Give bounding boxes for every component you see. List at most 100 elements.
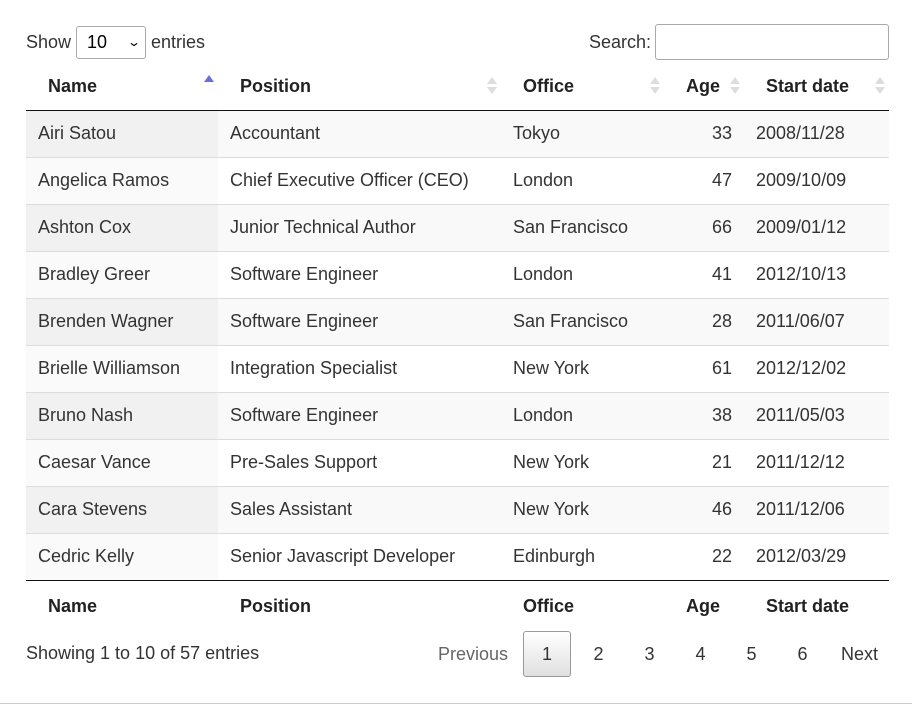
table-row: Cara Stevens Sales Assistant New York 46 201…: [26, 485, 889, 533]
cell-name: Brenden Wagner: [26, 297, 218, 345]
cell-age: 46: [664, 485, 744, 533]
cell-name: Ashton Cox: [26, 203, 218, 251]
page-button-3[interactable]: 3: [626, 631, 673, 677]
cell-office: Edinburgh: [501, 532, 664, 581]
column-header-office[interactable]: Office: [501, 63, 664, 111]
cell-office: London: [501, 391, 664, 439]
cell-name: Bruno Nash: [26, 391, 218, 439]
table-row: Caesar Vance Pre-Sales Support New York 21 2…: [26, 438, 889, 486]
cell-name: Angelica Ramos: [26, 156, 218, 204]
table-row: Brenden Wagner Software Engineer San Franc…: [26, 297, 889, 345]
column-header-age[interactable]: Age: [664, 63, 744, 111]
cell-start-date: 2011/12/06: [744, 485, 889, 533]
column-header-label: Name: [48, 75, 98, 96]
data-table: Name Position Office Age Start date Airi…: [26, 63, 889, 632]
cell-age: 61: [664, 344, 744, 392]
column-header-name[interactable]: Name: [26, 63, 218, 111]
sort-asc-icon: [204, 75, 214, 95]
column-footer-age: Age: [686, 595, 721, 616]
column-header-position[interactable]: Position: [218, 63, 501, 111]
column-header-label: Office: [523, 75, 575, 96]
cell-office: Tokyo: [501, 110, 664, 157]
cell-office: New York: [501, 438, 664, 486]
cell-age: 38: [664, 391, 744, 439]
page-button-2[interactable]: 2: [575, 631, 622, 677]
cell-name: Caesar Vance: [26, 438, 218, 486]
column-header-label: Age: [686, 75, 721, 96]
cell-position: Accountant: [218, 110, 501, 157]
cell-age: 47: [664, 156, 744, 204]
cell-name: Brielle Williamson: [26, 344, 218, 392]
cell-office: London: [501, 250, 664, 298]
previous-button[interactable]: Previous: [427, 631, 519, 677]
entries-label: entries: [151, 31, 206, 52]
cell-start-date: 2009/01/12: [744, 203, 889, 251]
search-control: Search:: [589, 24, 889, 60]
sort-arrows-icon: [487, 77, 497, 97]
column-header-label: Start date: [766, 75, 850, 96]
cell-office: San Francisco: [501, 297, 664, 345]
cell-age: 33: [664, 110, 744, 157]
cell-position: Junior Technical Author: [218, 203, 501, 251]
table-body: Airi Satou Accountant Tokyo 33 2008/11/28 Ang…: [26, 110, 889, 581]
cell-position: Chief Executive Officer (CEO): [218, 156, 501, 204]
cell-name: Airi Satou: [26, 110, 218, 157]
table-row: Airi Satou Accountant Tokyo 33 2008/11/28: [26, 110, 889, 157]
table-controls: Show 10 ⌄ entries Search:: [26, 24, 889, 60]
table-row: Bradley Greer Software Engineer London 41 20…: [26, 250, 889, 298]
table-row: Cedric Kelly Senior Javascript Developer E…: [26, 532, 889, 581]
header-row: Name Position Office Age Start date: [26, 63, 889, 111]
cell-start-date: 2012/03/29: [744, 532, 889, 581]
table-row: Angelica Ramos Chief Executive Officer (C…: [26, 156, 889, 204]
cell-age: 41: [664, 250, 744, 298]
divider: [0, 703, 912, 704]
table-info: Showing 1 to 10 of 57 entries: [26, 643, 260, 663]
sort-arrows-icon: [875, 77, 885, 97]
cell-start-date: 2012/10/13: [744, 250, 889, 298]
column-footer-office: Office: [523, 595, 575, 616]
page-length-control: Show 10 ⌄ entries: [26, 24, 205, 60]
cell-start-date: 2009/10/09: [744, 156, 889, 204]
cell-name: Cedric Kelly: [26, 532, 218, 581]
cell-position: Software Engineer: [218, 297, 501, 345]
pagination: Previous 1 2 3 4 5 6 Next: [423, 631, 889, 677]
cell-position: Sales Assistant: [218, 485, 501, 533]
cell-age: 22: [664, 532, 744, 581]
column-footer-name: Name: [48, 595, 98, 616]
sort-arrows-icon: [730, 77, 740, 97]
page-button-4[interactable]: 4: [677, 631, 724, 677]
cell-position: Software Engineer: [218, 391, 501, 439]
column-header-label: Position: [240, 75, 311, 96]
cell-start-date: 2012/12/02: [744, 344, 889, 392]
cell-start-date: 2011/12/12: [744, 438, 889, 486]
footer-row: Name Position Office Age Start date: [26, 580, 889, 632]
cell-age: 21: [664, 438, 744, 486]
table-row: Bruno Nash Software Engineer London 38 2011/…: [26, 391, 889, 439]
cell-position: Software Engineer: [218, 250, 501, 298]
page-button-5[interactable]: 5: [728, 631, 775, 677]
cell-start-date: 2008/11/28: [744, 110, 889, 157]
chevron-down-icon: ⌄: [126, 35, 142, 49]
table-row: Ashton Cox Junior Technical Author San Fra…: [26, 203, 889, 251]
table-row: Brielle Williamson Integration Specialist…: [26, 344, 889, 392]
cell-position: Senior Javascript Developer: [218, 532, 501, 581]
column-footer-position: Position: [240, 595, 311, 616]
cell-office: New York: [501, 485, 664, 533]
cell-position: Pre-Sales Support: [218, 438, 501, 486]
cell-office: San Francisco: [501, 203, 664, 251]
search-input[interactable]: [655, 24, 889, 60]
column-header-start-date[interactable]: Start date: [744, 63, 889, 111]
cell-office: London: [501, 156, 664, 204]
show-label: Show: [26, 31, 72, 52]
cell-name: Bradley Greer: [26, 250, 218, 298]
page-length-value: 10: [87, 31, 108, 52]
page-length-select[interactable]: 10 ⌄: [76, 25, 147, 59]
cell-position: Integration Specialist: [218, 344, 501, 392]
sort-arrows-icon: [650, 77, 660, 97]
next-button[interactable]: Next: [830, 631, 889, 677]
search-label: Search:: [588, 31, 651, 52]
cell-name: Cara Stevens: [26, 485, 218, 533]
page-button-1[interactable]: 1: [522, 631, 571, 677]
cell-start-date: 2011/05/03: [744, 391, 889, 439]
page-button-6[interactable]: 6: [779, 631, 826, 677]
